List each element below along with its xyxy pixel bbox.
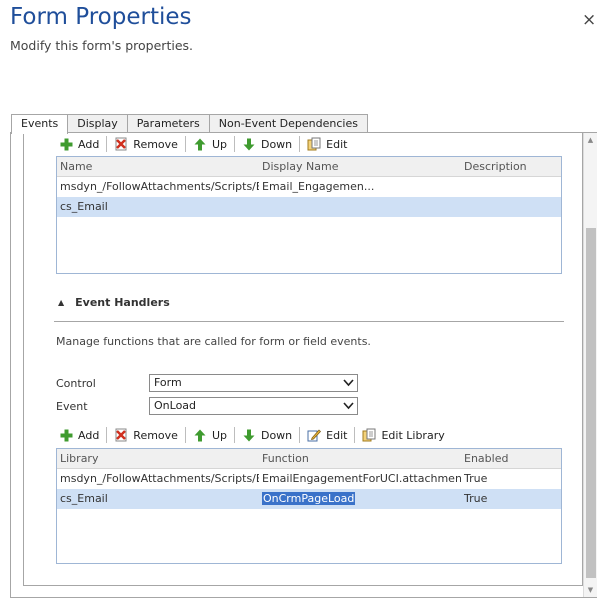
edit-label: Edit xyxy=(326,428,348,442)
down-label: Down xyxy=(260,428,293,442)
tab-parameters[interactable]: Parameters xyxy=(126,114,210,133)
up-label: Up xyxy=(211,428,227,442)
toolbar-divider xyxy=(299,136,301,152)
scroll-up-arrow-icon[interactable]: ▲ xyxy=(584,133,597,147)
toolbar-divider xyxy=(354,427,356,443)
handler-enabled-cell: True xyxy=(464,492,488,505)
toolbar-divider xyxy=(233,136,235,152)
close-icon[interactable]: × xyxy=(582,12,596,29)
edit-handler-button[interactable]: Edit xyxy=(302,426,352,444)
edit-library-label: Edit Library xyxy=(381,428,445,442)
libraries-toolbar: Add Remove Up Down Edit xyxy=(54,134,352,154)
column-header-function[interactable]: Function xyxy=(259,449,461,468)
collapse-triangle-icon: ▲ xyxy=(58,298,65,307)
remove-x-icon xyxy=(114,137,128,151)
up-label: Up xyxy=(211,137,227,151)
tab-non-event-dependencies[interactable]: Non-Event Dependencies xyxy=(208,114,368,133)
handler-enabled-cell: True xyxy=(464,472,488,485)
remove-x-icon xyxy=(114,428,128,442)
dialog-title: Form Properties xyxy=(10,4,192,30)
toolbar-divider xyxy=(106,136,108,152)
edit-library-button[interactable]: Edit xyxy=(302,135,352,153)
toolbar-divider xyxy=(184,427,186,443)
column-header-display-name[interactable]: Display Name xyxy=(259,157,461,176)
plus-icon xyxy=(59,137,73,151)
library-name-cell: msdyn_/FollowAttachments/Scripts/Em... xyxy=(60,180,259,193)
table-row[interactable]: cs_Email xyxy=(57,197,561,217)
chevron-down-icon xyxy=(343,375,354,397)
table-row[interactable]: cs_Email OnCrmPageLoad True xyxy=(57,489,561,509)
library-description-cell xyxy=(461,197,561,217)
event-label: Event xyxy=(56,400,88,413)
add-library-button[interactable]: Add xyxy=(54,135,104,153)
control-select[interactable]: Form xyxy=(149,374,358,392)
form-libraries-grid: Name Display Name Description msdyn_/Fol… xyxy=(56,156,562,274)
arrow-down-icon xyxy=(242,137,256,151)
library-icon xyxy=(362,428,376,442)
event-handlers-toolbar: Add Remove Up Down Edit Edit Library xyxy=(54,425,450,445)
table-row[interactable]: msdyn_/FollowAttachments/Scripts/Em... E… xyxy=(57,469,561,489)
tab-display[interactable]: Display xyxy=(67,114,128,133)
move-up-handler-button[interactable]: Up xyxy=(188,426,232,444)
tab-events[interactable]: Events xyxy=(11,114,69,134)
toolbar-divider xyxy=(299,427,301,443)
scrollbar-thumb[interactable] xyxy=(586,228,596,578)
edit-label: Edit xyxy=(326,137,348,151)
move-up-library-button[interactable]: Up xyxy=(188,135,232,153)
chevron-down-icon xyxy=(343,398,354,420)
selected-function-text[interactable]: OnCrmPageLoad xyxy=(262,492,356,505)
arrow-down-icon xyxy=(242,428,256,442)
event-value: OnLoad xyxy=(154,399,197,412)
grid-header: Name Display Name Description xyxy=(57,157,561,177)
handler-function-cell: EmailEngagementForUCI.attachmentsG... xyxy=(262,472,461,485)
table-row[interactable]: msdyn_/FollowAttachments/Scripts/Em... E… xyxy=(57,177,561,197)
section-title: Event Handlers xyxy=(75,296,170,309)
library-display-name-cell: Email_Engagemen... xyxy=(262,180,375,193)
events-panel: Add Remove Up Down Edit Name Display Nam… xyxy=(10,132,597,598)
column-header-enabled[interactable]: Enabled xyxy=(461,449,561,468)
event-handlers-section-header[interactable]: ▲ Event Handlers xyxy=(58,296,170,309)
event-handlers-grid: Library Function Enabled msdyn_/FollowAt… xyxy=(56,448,562,564)
toolbar-divider xyxy=(233,427,235,443)
toolbar-divider xyxy=(106,427,108,443)
add-handler-button[interactable]: Add xyxy=(54,426,104,444)
remove-label: Remove xyxy=(133,428,178,442)
grid-header: Library Function Enabled xyxy=(57,449,561,469)
move-down-handler-button[interactable]: Down xyxy=(237,426,297,444)
remove-label: Remove xyxy=(133,137,178,151)
library-description-cell xyxy=(461,177,561,197)
edit-icon xyxy=(307,428,322,442)
handler-library-cell: cs_Email xyxy=(60,492,108,505)
handler-function-cell: OnCrmPageLoad xyxy=(259,489,461,509)
down-label: Down xyxy=(260,137,293,151)
section-divider xyxy=(54,321,564,322)
library-edit-icon xyxy=(307,137,321,151)
handler-library-cell: msdyn_/FollowAttachments/Scripts/Em... xyxy=(60,472,259,485)
control-value: Form xyxy=(154,376,182,389)
arrow-up-icon xyxy=(193,428,207,442)
event-select[interactable]: OnLoad xyxy=(149,397,358,415)
library-display-name-cell xyxy=(259,197,461,217)
column-header-library[interactable]: Library xyxy=(57,449,259,468)
remove-library-button[interactable]: Remove xyxy=(109,135,183,153)
scroll-down-arrow-icon[interactable]: ▼ xyxy=(584,583,597,597)
control-label: Control xyxy=(56,377,96,390)
column-header-name[interactable]: Name xyxy=(57,157,259,176)
plus-icon xyxy=(59,428,73,442)
arrow-up-icon xyxy=(193,137,207,151)
edit-library-button[interactable]: Edit Library xyxy=(357,426,449,444)
vertical-scrollbar[interactable]: ▲ ▼ xyxy=(583,133,597,597)
event-handlers-description: Manage functions that are called for for… xyxy=(56,335,371,348)
tab-bar: Events Display Parameters Non-Event Depe… xyxy=(11,114,368,134)
dialog-subtitle: Modify this form's properties. xyxy=(10,38,194,53)
remove-handler-button[interactable]: Remove xyxy=(109,426,183,444)
column-header-description[interactable]: Description xyxy=(461,157,561,176)
events-content: Add Remove Up Down Edit Name Display Nam… xyxy=(23,133,583,586)
library-name-cell: cs_Email xyxy=(60,200,108,213)
move-down-library-button[interactable]: Down xyxy=(237,135,297,153)
toolbar-divider xyxy=(184,136,186,152)
add-label: Add xyxy=(78,428,100,442)
add-label: Add xyxy=(78,137,100,151)
